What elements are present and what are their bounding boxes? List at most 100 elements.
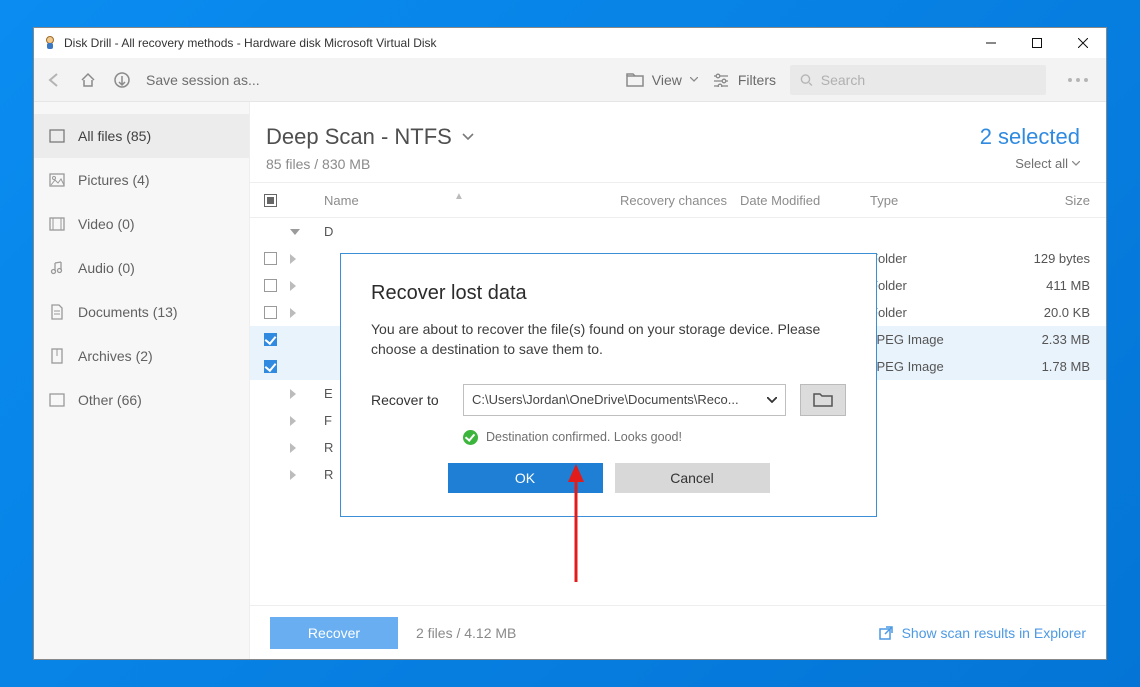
sidebar-item-label: Audio (0) <box>78 260 135 276</box>
checkmark-icon <box>463 430 478 445</box>
sidebar-item-label: All files (85) <box>78 128 151 144</box>
app-icon <box>42 35 58 51</box>
row-type: Folder <box>870 278 990 293</box>
show-in-explorer-link[interactable]: Show scan results in Explorer <box>878 625 1086 641</box>
sidebar-item-pictures[interactable]: Pictures (4) <box>34 158 249 202</box>
confirm-text: Destination confirmed. Looks good! <box>486 430 682 444</box>
chevron-down-icon <box>767 397 777 403</box>
sidebar-item-label: Documents (13) <box>78 304 178 320</box>
dialog-title: Recover lost data <box>371 282 846 305</box>
row-checkbox[interactable] <box>264 252 277 265</box>
browse-folder-button[interactable] <box>800 384 846 416</box>
filters-button[interactable]: Filters <box>712 72 776 88</box>
view-dropdown[interactable]: View <box>626 72 698 88</box>
column-header-date-modified[interactable]: Date Modified <box>740 193 870 208</box>
table-header: Name ▲ Recovery chances Date Modified Ty… <box>250 182 1106 218</box>
scan-title-label: Deep Scan - NTFS <box>266 124 452 150</box>
column-header-type[interactable]: Type <box>870 193 990 208</box>
sidebar-item-all-files[interactable]: All files (85) <box>34 114 249 158</box>
row-name: D <box>324 224 620 239</box>
documents-icon <box>48 303 66 321</box>
minimize-button[interactable] <box>968 28 1014 58</box>
sidebar-item-documents[interactable]: Documents (13) <box>34 290 249 334</box>
dialog-body-text: You are about to recover the file(s) fou… <box>371 319 846 360</box>
sidebar-item-label: Video (0) <box>78 216 135 232</box>
toolbar: Save session as... View Filters <box>34 58 1106 102</box>
sidebar-item-label: Other (66) <box>78 392 142 408</box>
sidebar-item-archives[interactable]: Archives (2) <box>34 334 249 378</box>
row-size: 411 MB <box>990 278 1090 293</box>
row-size: 2.33 MB <box>990 332 1090 347</box>
row-size: 1.78 MB <box>990 359 1090 374</box>
destination-confirm-message: Destination confirmed. Looks good! <box>463 430 846 445</box>
row-type: Folder <box>870 305 990 320</box>
back-button[interactable] <box>44 70 64 90</box>
row-checkbox[interactable] <box>264 360 277 373</box>
sidebar-item-label: Pictures (4) <box>78 172 150 188</box>
video-icon <box>48 215 66 233</box>
chevron-down-icon <box>690 77 698 82</box>
table-row[interactable]: D <box>250 218 1106 245</box>
row-type: JPEG Image <box>870 359 990 374</box>
pictures-icon <box>48 171 66 189</box>
more-menu-button[interactable] <box>1060 78 1096 82</box>
folder-icon <box>813 393 833 407</box>
row-size: 129 bytes <box>990 251 1090 266</box>
other-icon <box>48 391 66 409</box>
row-type: Folder <box>870 251 990 266</box>
expand-toggle-icon[interactable] <box>290 416 296 426</box>
search-box[interactable] <box>790 65 1046 95</box>
save-session-icon[interactable] <box>112 70 132 90</box>
selected-count-label: 2 selected <box>980 124 1080 150</box>
close-button[interactable] <box>1060 28 1106 58</box>
expand-toggle-icon[interactable] <box>290 308 296 318</box>
files-icon <box>48 127 66 145</box>
row-checkbox[interactable] <box>264 279 277 292</box>
folder-icon <box>626 73 644 87</box>
recover-path-text: C:\Users\Jordan\OneDrive\Documents\Reco.… <box>472 392 739 407</box>
maximize-button[interactable] <box>1014 28 1060 58</box>
row-checkbox[interactable] <box>264 333 277 346</box>
sidebar: All files (85) Pictures (4) Video (0) Au… <box>34 102 250 659</box>
ok-button[interactable]: OK <box>448 463 603 493</box>
expand-toggle-icon[interactable] <box>290 389 296 399</box>
save-session-label[interactable]: Save session as... <box>146 72 260 88</box>
recover-path-dropdown[interactable]: C:\Users\Jordan\OneDrive\Documents\Reco.… <box>463 384 786 416</box>
column-header-recovery-chances[interactable]: Recovery chances <box>620 193 740 208</box>
sidebar-item-video[interactable]: Video (0) <box>34 202 249 246</box>
sidebar-item-other[interactable]: Other (66) <box>34 378 249 422</box>
expand-toggle-icon[interactable] <box>290 254 296 264</box>
row-size: 20.0 KB <box>990 305 1090 320</box>
window-title: Disk Drill - All recovery methods - Hard… <box>64 36 437 50</box>
search-icon <box>800 73 813 87</box>
select-all-checkbox[interactable] <box>264 194 277 207</box>
expand-toggle-icon[interactable] <box>290 443 296 453</box>
cancel-button[interactable]: Cancel <box>615 463 770 493</box>
home-button[interactable] <box>78 70 98 90</box>
expand-toggle-icon[interactable] <box>290 470 296 480</box>
explorer-link-label: Show scan results in Explorer <box>902 625 1086 641</box>
search-input[interactable] <box>821 72 1036 88</box>
view-label: View <box>652 72 682 88</box>
sort-ascending-icon: ▲ <box>454 191 464 202</box>
expand-toggle-icon[interactable] <box>290 229 300 235</box>
files-summary-label: 85 files / 830 MB <box>266 156 474 172</box>
select-all-dropdown[interactable]: Select all <box>980 156 1080 171</box>
row-checkbox[interactable] <box>264 306 277 319</box>
titlebar: Disk Drill - All recovery methods - Hard… <box>34 28 1106 58</box>
row-type: JPEG Image <box>870 332 990 347</box>
expand-toggle-icon[interactable] <box>290 281 296 291</box>
recover-button[interactable]: Recover <box>270 617 398 649</box>
recover-dialog: Recover lost data You are about to recov… <box>340 253 877 517</box>
footer-summary: 2 files / 4.12 MB <box>416 625 516 641</box>
chevron-down-icon <box>462 133 474 141</box>
column-header-size[interactable]: Size <box>990 193 1090 208</box>
scan-title-dropdown[interactable]: Deep Scan - NTFS <box>266 124 474 150</box>
open-external-icon <box>878 625 894 641</box>
column-header-name[interactable]: Name ▲ <box>324 193 620 208</box>
filters-icon <box>712 73 730 87</box>
recover-to-label: Recover to <box>371 392 449 408</box>
archives-icon <box>48 347 66 365</box>
select-all-label: Select all <box>1015 156 1068 171</box>
sidebar-item-audio[interactable]: Audio (0) <box>34 246 249 290</box>
